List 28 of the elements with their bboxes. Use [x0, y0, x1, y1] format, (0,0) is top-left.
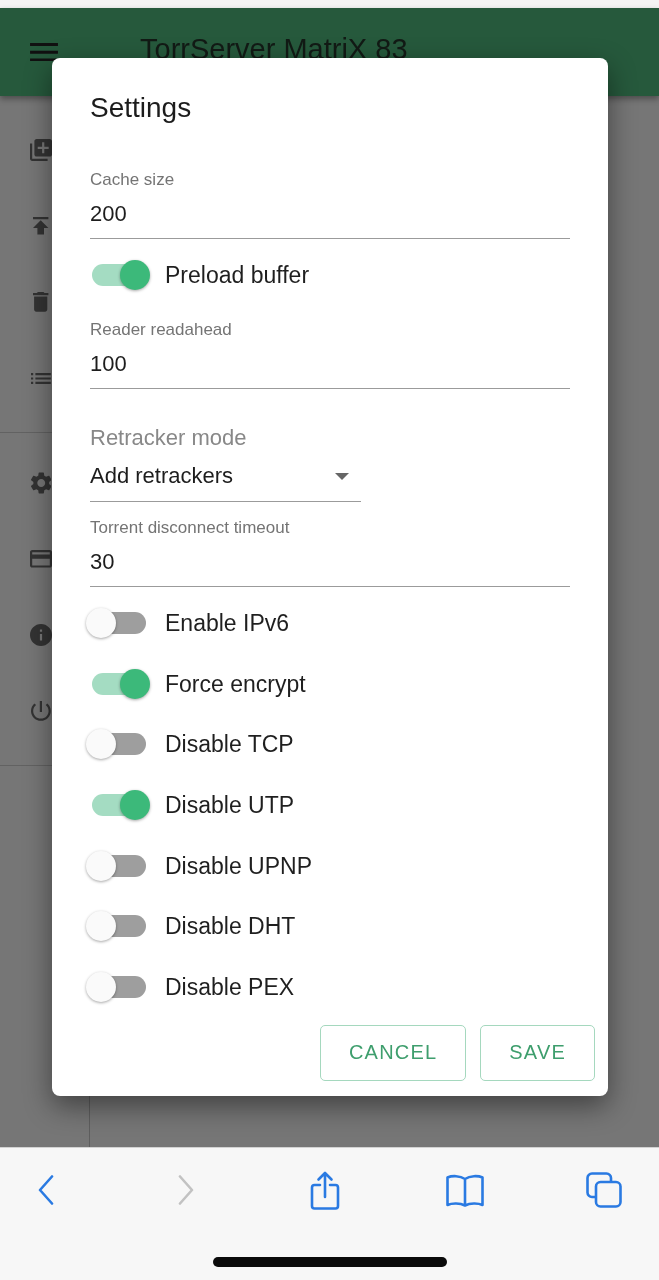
chevron-left-icon — [38, 1175, 54, 1205]
switch-label: Enable IPv6 — [165, 609, 290, 637]
switch-label: Disable PEX — [165, 972, 295, 1001]
book-icon — [445, 1173, 484, 1207]
switch-label: Disable UPNP — [165, 851, 312, 880]
text-field[interactable]: Cache size 200 — [90, 170, 570, 239]
dropdown-field[interactable]: Retracker mode Add retrackers — [90, 424, 361, 502]
card-icon[interactable] — [30, 550, 52, 568]
tabs-icon — [586, 1172, 622, 1208]
switch-label: Disable DHT — [165, 912, 296, 941]
menu-icon[interactable] — [30, 42, 58, 62]
chevron-right-icon — [177, 1175, 194, 1205]
switch-label: Disable UTP — [165, 790, 295, 819]
trash-icon[interactable] — [33, 292, 49, 312]
dialog-title: Settings — [90, 91, 193, 125]
share-icon — [310, 1170, 340, 1210]
list-icon[interactable] — [31, 372, 51, 384]
library-add-icon[interactable] — [30, 139, 52, 161]
caret-icon — [335, 472, 349, 480]
info-icon[interactable] — [30, 624, 52, 646]
switch-label: Preload buffer — [165, 261, 310, 289]
switch-label: Disable TCP — [165, 730, 294, 759]
text-field[interactable]: Torrent disconnect timeout 30 — [90, 518, 570, 587]
upload-icon[interactable] — [33, 217, 49, 235]
settings-icon[interactable] — [30, 472, 52, 494]
switch-label: Force encrypt — [165, 669, 306, 698]
text-field[interactable]: Reader readahead 100 — [90, 320, 570, 389]
power-icon[interactable] — [31, 701, 51, 721]
